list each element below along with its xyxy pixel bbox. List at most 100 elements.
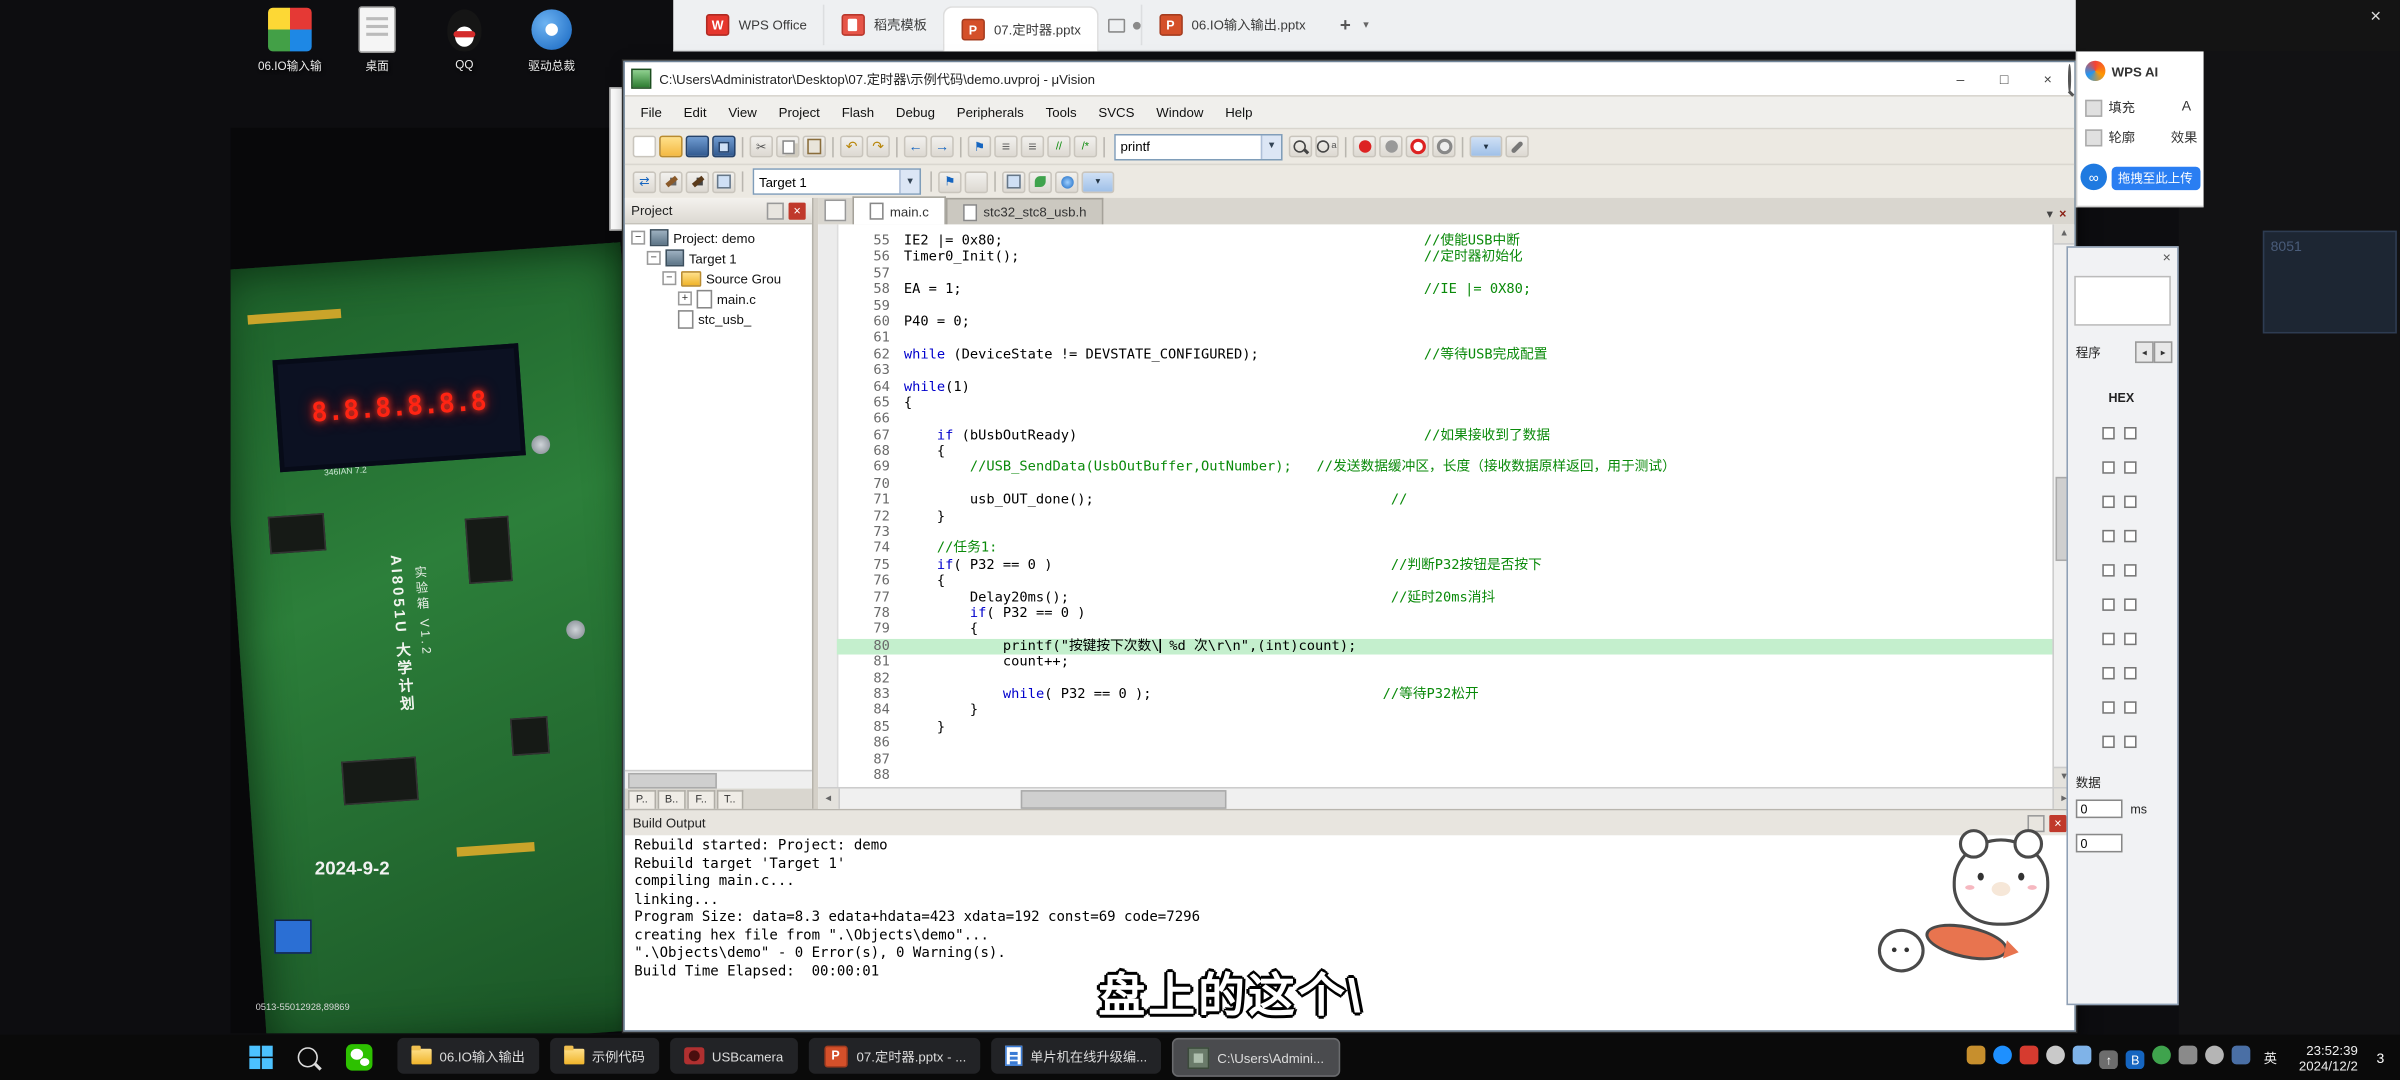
breakpoint-gutter[interactable]	[818, 224, 838, 787]
start-button[interactable]	[249, 1046, 272, 1069]
scroll-thumb[interactable]	[628, 773, 717, 789]
code-line[interactable]: 82	[837, 671, 2054, 687]
uncomment-icon[interactable]	[1074, 136, 1097, 158]
target-combo[interactable]: ▼	[753, 168, 921, 194]
code-line[interactable]: 60P40 = 0;	[837, 315, 2054, 331]
wps-tab[interactable]: 06.IO输入输出.pptx	[1140, 5, 1321, 46]
scroll-thumb[interactable]	[1021, 790, 1227, 809]
save-all-icon[interactable]	[712, 136, 735, 158]
desktop-icon-doc[interactable]: 桌面	[333, 6, 420, 75]
tray-icon-9[interactable]	[2205, 1045, 2224, 1064]
breakpoint-glass-icon[interactable]	[1432, 136, 1455, 158]
code-line[interactable]: 59	[837, 299, 2054, 315]
desktop-icon-qq[interactable]: QQ	[421, 6, 508, 75]
code-line[interactable]: 68 {	[837, 444, 2054, 460]
search-ab-icon[interactable]	[1315, 136, 1338, 158]
find-in-files-icon[interactable]	[1289, 136, 1312, 158]
checkbox[interactable]	[2124, 427, 2136, 439]
editor-hscrollbar[interactable]: ◄ ►	[818, 787, 2074, 809]
taskbar-button[interactable]: 单片机在线升级编...	[991, 1038, 1161, 1074]
code-line[interactable]: 86	[837, 736, 2054, 752]
taskbar-button[interactable]: 示例代码	[550, 1038, 659, 1074]
tray-icon-6[interactable]: B	[2126, 1050, 2145, 1069]
code-line[interactable]: 78 if( P32 == 0 )	[837, 606, 2054, 622]
taskbar-clock[interactable]: 23:52:39 2024/12/2	[2299, 1042, 2358, 1073]
record-dot-icon[interactable]	[1132, 21, 1140, 29]
code-line[interactable]: 67 if (bUsbOutReady) //如果接收到了数据	[837, 428, 2054, 444]
copy-icon[interactable]	[776, 136, 799, 158]
open-folder-icon[interactable]	[659, 136, 682, 158]
target-combo-input[interactable]	[754, 170, 899, 193]
close-button[interactable]: ×	[2027, 67, 2068, 90]
scroll-up-icon[interactable]: ▲	[2054, 224, 2074, 244]
checkbox[interactable]	[2124, 564, 2136, 576]
project-hscrollbar[interactable]	[625, 770, 812, 789]
code-line[interactable]: 72 }	[837, 509, 2054, 525]
title-bar[interactable]: C:\Users\Administrator\Desktop\07.定时器\示例…	[625, 62, 2074, 95]
checkbox[interactable]	[2124, 461, 2136, 473]
breakpoint-gray-icon[interactable]	[1379, 136, 1402, 158]
checkbox[interactable]	[2102, 736, 2114, 748]
panel-tab-t[interactable]: T..	[716, 790, 743, 809]
font-a-label[interactable]: A	[2182, 98, 2191, 114]
code-editor[interactable]: 55IE2 |= 0x80; //使能USB中断56Timer0_Init();…	[818, 224, 2074, 787]
checkbox[interactable]	[2124, 530, 2136, 542]
code-line[interactable]: 85 }	[837, 720, 2054, 736]
paste-icon[interactable]	[803, 136, 826, 158]
scroll-left-icon[interactable]: ◄	[818, 789, 840, 809]
notification-badge[interactable]: 3	[2377, 1050, 2385, 1066]
taskbar-button[interactable]: USBcamera	[670, 1038, 798, 1074]
code-line[interactable]: 71 usb_OUT_done(); //	[837, 493, 2054, 509]
comment-icon[interactable]	[1047, 136, 1070, 158]
stc-close-icon[interactable]: ×	[2163, 249, 2171, 265]
code-line[interactable]: 58EA = 1; //IE |= 0X80;	[837, 282, 2054, 298]
new-file-icon[interactable]	[633, 136, 656, 158]
code-line[interactable]: 66	[837, 412, 2054, 428]
breakpoint-ring-icon[interactable]	[1406, 136, 1429, 158]
find-combo-input[interactable]	[1116, 135, 1261, 158]
minimize-button[interactable]: –	[1940, 67, 1981, 90]
drag-upload-button[interactable]: 拖拽至此上传	[2112, 167, 2201, 190]
checkbox[interactable]	[2124, 496, 2136, 508]
effect-label[interactable]: 效果	[2171, 128, 2198, 147]
checkbox[interactable]	[2102, 496, 2114, 508]
code-line[interactable]: 80 printf("按键按下次数\ %d 次\r\n",(int)count)…	[837, 639, 2054, 655]
tab-list-chevron-icon[interactable]: ▾	[1363, 19, 1368, 31]
menu-svcs[interactable]: SVCS	[1087, 97, 1145, 128]
code-line[interactable]: 55IE2 |= 0x80; //使能USB中断	[837, 234, 2054, 250]
batch-build-icon[interactable]	[712, 171, 735, 193]
tree-expander-icon[interactable]: −	[662, 271, 676, 285]
code-line[interactable]: 64while(1)	[837, 379, 2054, 395]
search-icon[interactable]	[2068, 64, 2071, 94]
stc-value-field-1[interactable]: 0	[2076, 799, 2123, 818]
code-line[interactable]: 88	[837, 768, 2054, 784]
rebuild-icon[interactable]	[686, 171, 709, 193]
code-line[interactable]: 63	[837, 363, 2054, 379]
panel-tab-p[interactable]: P..	[628, 790, 656, 809]
tab-menu-icon[interactable]: ▾	[2047, 207, 2053, 221]
checkbox[interactable]	[2102, 461, 2114, 473]
checkbox[interactable]	[2124, 598, 2136, 610]
chevron-down-icon[interactable]: ▼	[899, 170, 919, 193]
code-line[interactable]: 77 Delay20ms(); //延时20ms消抖	[837, 590, 2054, 606]
save-icon[interactable]	[686, 136, 709, 158]
indent-right-icon[interactable]	[1021, 136, 1044, 158]
tray-icon-10[interactable]	[2232, 1045, 2251, 1064]
code-line[interactable]: 62while (DeviceState != DEVSTATE_CONFIGU…	[837, 347, 2054, 363]
code-line[interactable]: 61	[837, 331, 2054, 347]
tree-item-project-demo[interactable]: −Project: demo	[625, 228, 812, 248]
nav-back-icon[interactable]	[904, 136, 927, 158]
window-split-icon[interactable]	[1470, 136, 1503, 158]
pin-icon[interactable]	[767, 202, 784, 219]
tray-icon-0[interactable]	[1967, 1045, 1986, 1064]
code-line[interactable]: 83 while( P32 == 0 ); //等待P32松开	[837, 687, 2054, 703]
wrench-icon[interactable]	[1505, 136, 1528, 158]
panel-tab-f[interactable]: F..	[688, 790, 715, 809]
leaf-icon[interactable]	[1029, 171, 1052, 193]
menu-peripherals[interactable]: Peripherals	[946, 97, 1035, 128]
checkbox[interactable]	[2102, 427, 2114, 439]
wps-ai-row[interactable]: WPS AI	[2085, 61, 2158, 81]
bookmark-icon[interactable]	[968, 136, 991, 158]
build-icon[interactable]	[659, 171, 682, 193]
menu-help[interactable]: Help	[1214, 97, 1263, 128]
